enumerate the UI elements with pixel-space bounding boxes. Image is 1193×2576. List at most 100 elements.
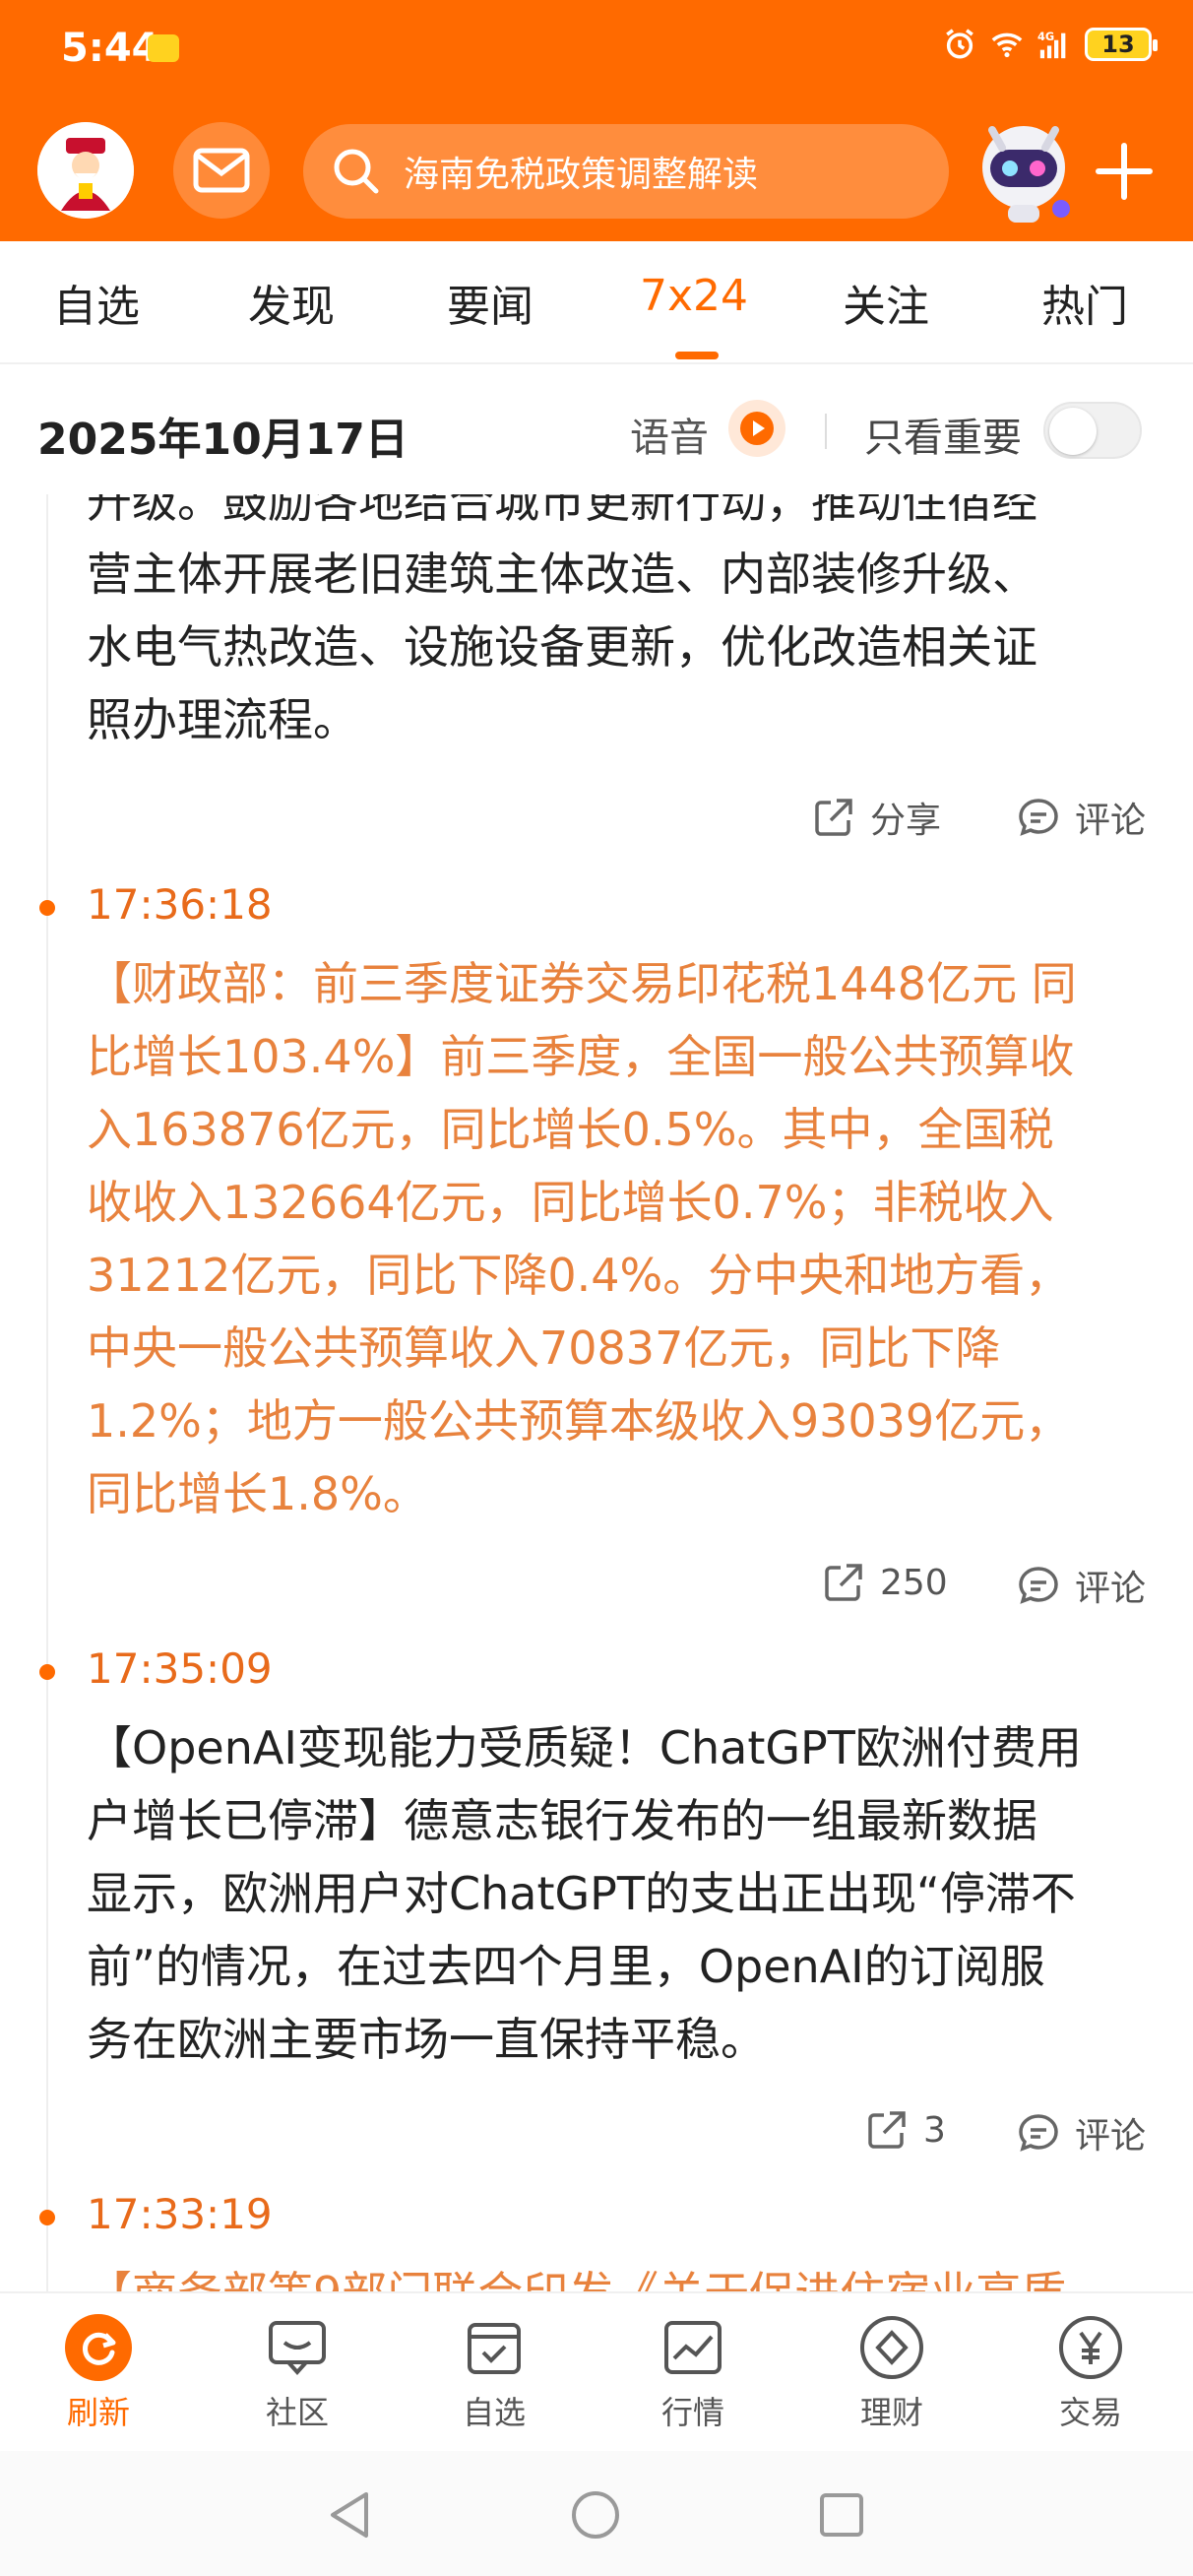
- share-count: 3: [923, 2109, 946, 2151]
- recents-icon[interactable]: [817, 2490, 866, 2540]
- nav-trade[interactable]: 交易: [1022, 2313, 1160, 2433]
- comment-button[interactable]: 评论: [1016, 1560, 1146, 1611]
- search-bar[interactable]: 海南免税政策调整解读: [303, 124, 949, 219]
- date-bar: 2025年10月17日 语音 只看重要: [0, 366, 1193, 494]
- news-actions: 分享 评论: [0, 792, 1193, 851]
- divider: [825, 414, 827, 449]
- important-only-label: 只看重要: [864, 416, 1022, 461]
- tab-discover[interactable]: 发现: [248, 271, 335, 334]
- news-feed[interactable]: 升级。鼓励各地结合城市更新行动，推动住宿经 营主体开展老旧建筑主体改造、内部装修…: [0, 494, 1193, 2291]
- tab-following[interactable]: 关注: [843, 271, 929, 334]
- voice-label[interactable]: 语音: [630, 406, 709, 463]
- important-only-toggle[interactable]: [1043, 402, 1142, 459]
- share-icon: [815, 799, 852, 836]
- news-line: 照办理流程。: [87, 693, 358, 746]
- status-icons: 4G 13: [943, 28, 1158, 61]
- comment-label: 评论: [1075, 1569, 1147, 1609]
- system-navigation-bar: [0, 2451, 1193, 2576]
- nav-label: 自选: [462, 2394, 526, 2431]
- comment-label: 评论: [1075, 801, 1147, 841]
- trade-icon: [1059, 2316, 1122, 2379]
- news-body[interactable]: 【财政部：前三季度证券交易印花税1448亿元 同 比增长103.4%】前三季度，…: [87, 947, 1158, 1530]
- network-type: 4G: [1037, 30, 1054, 43]
- news-body[interactable]: 【商务部等9部门联合印发《关于促进住宿业高质: [87, 2257, 1158, 2291]
- news-body[interactable]: 【OpenAI变现能力受质疑！ChatGPT欧洲付费用 户增长已停滞】德意志银行…: [87, 1711, 1158, 2076]
- channel-tabs: 自选 发现 要闻 7x24 关注 热门: [0, 241, 1193, 364]
- news-line: 收收入132664亿元，同比增长0.7%；非税收入: [87, 1176, 1054, 1229]
- news-line: 显示，欧洲用户对ChatGPT的支出正出现“停滞不: [87, 1867, 1076, 1920]
- news-line: 【OpenAI变现能力受质疑！ChatGPT欧洲付费用: [87, 1721, 1082, 1774]
- signal-icon: 4G: [1037, 30, 1066, 59]
- user-avatar[interactable]: [37, 122, 134, 219]
- share-label: 分享: [870, 801, 942, 841]
- nav-label: 刷新: [66, 2394, 130, 2431]
- search-placeholder: 海南免税政策调整解读: [404, 155, 759, 195]
- comment-button[interactable]: 评论: [1016, 792, 1146, 843]
- battery-indicator: 13: [1085, 28, 1158, 61]
- mail-icon: [193, 148, 250, 193]
- news-line: 务在欧洲主要市场一直保持平稳。: [87, 2013, 766, 2066]
- news-line: 比增长103.4%】前三季度，全国一般公共预算收: [87, 1030, 1075, 1083]
- timeline-dot: [39, 900, 55, 916]
- play-icon: [740, 412, 774, 445]
- timeline-dot: [39, 2210, 55, 2225]
- watchlist-icon: [468, 2323, 521, 2374]
- share-count: 250: [880, 1562, 948, 1603]
- alarm-icon: [946, 29, 973, 59]
- timeline-line: [46, 494, 48, 2291]
- refresh-icon: [65, 2314, 132, 2381]
- nav-watchlist[interactable]: 自选: [425, 2313, 563, 2433]
- back-icon[interactable]: [325, 2488, 374, 2542]
- battery-level: 13: [1101, 31, 1135, 58]
- comment-label: 评论: [1075, 2116, 1147, 2157]
- news-line: 【商务部等9部门联合印发《关于促进住宿业高质: [87, 2257, 1158, 2291]
- news-line: 水电气热改造、设施设备更新，优化改造相关证: [87, 620, 1037, 674]
- share-button[interactable]: 3: [864, 2107, 946, 2153]
- mail-button[interactable]: [173, 122, 270, 219]
- news-time: 17:35:09: [87, 1644, 273, 1693]
- tab-headlines[interactable]: 要闻: [447, 271, 534, 334]
- wifi-icon: [991, 32, 1023, 58]
- notification-app-icon: [148, 34, 179, 62]
- share-button[interactable]: 分享: [811, 792, 941, 843]
- news-line: 31212亿元，同比下降0.4%。分中央和地方看，: [87, 1249, 1071, 1302]
- search-icon: [334, 149, 379, 194]
- robot-mascot-icon[interactable]: [965, 112, 1083, 226]
- nav-label: 交易: [1058, 2394, 1122, 2431]
- share-icon: [825, 1564, 862, 1601]
- nav-refresh[interactable]: 刷新: [30, 2313, 167, 2433]
- news-line: 营主体开展老旧建筑主体改造、内部装修升级、: [87, 547, 1037, 601]
- market-icon: [664, 2321, 722, 2374]
- news-line: 【财政部：前三季度证券交易印花税1448亿元 同: [87, 957, 1077, 1010]
- active-tab-indicator: [675, 352, 719, 359]
- comment-button[interactable]: 评论: [1016, 2107, 1146, 2158]
- avatar-god-of-wealth-icon: [37, 122, 134, 219]
- top-header-area: 5:44 4G 13 海南免税政策调整解读: [0, 0, 1193, 241]
- news-body[interactable]: 升级。鼓励各地结合城市更新行动，推动住宿经 营主体开展老旧建筑主体改造、内部装修…: [87, 494, 1158, 756]
- news-line: 入163876亿元，同比增长0.5%。其中，全国税: [87, 1103, 1054, 1156]
- nav-label: 社区: [265, 2394, 329, 2431]
- home-icon[interactable]: [569, 2488, 622, 2542]
- app-screen: 5:44 4G 13 海南免税政策调整解读 自选 发现 要闻 7x24 关注 热…: [0, 0, 1193, 2576]
- news-line: 户增长已停滞】德意志银行发布的一组最新数据: [87, 1794, 1037, 1847]
- news-line: 前”的情况，在过去四个月里，OpenAI的订阅服: [87, 1940, 1045, 1993]
- news-actions: 3 评论: [0, 2107, 1193, 2166]
- news-line: 同比增长1.8%。: [87, 1467, 428, 1520]
- news-time: 17:36:18: [87, 880, 273, 929]
- nav-market[interactable]: 行情: [624, 2313, 762, 2433]
- nav-label: 行情: [660, 2394, 724, 2431]
- voice-play-button[interactable]: [728, 400, 785, 457]
- nav-wealth[interactable]: 理财: [823, 2313, 961, 2433]
- news-time: 17:33:19: [87, 2190, 273, 2238]
- comment-icon: [1019, 799, 1058, 836]
- tab-hot[interactable]: 热门: [1041, 271, 1128, 334]
- status-time: 5:44: [61, 26, 159, 71]
- news-actions: 250 评论: [0, 1560, 1193, 1619]
- tab-watchlist[interactable]: 自选: [53, 271, 140, 334]
- toggle-knob: [1049, 408, 1097, 455]
- nav-community[interactable]: 社区: [228, 2313, 366, 2433]
- tab-7x24[interactable]: 7x24: [640, 271, 748, 321]
- share-button[interactable]: 250: [821, 1560, 948, 1605]
- wealth-icon: [860, 2316, 923, 2379]
- plus-icon[interactable]: [1093, 140, 1156, 203]
